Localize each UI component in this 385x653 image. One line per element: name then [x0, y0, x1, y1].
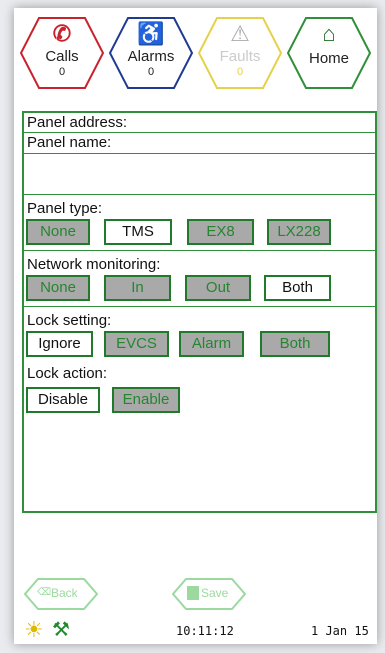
back-label: Back: [51, 586, 78, 600]
network-monitoring-label: Network monitoring:: [27, 256, 161, 273]
lock-evcs-button[interactable]: EVCS: [104, 331, 169, 357]
network-in-button[interactable]: In: [104, 275, 171, 301]
lock-enable-button[interactable]: Enable: [112, 387, 180, 413]
panel-type-tms-button[interactable]: TMS: [104, 219, 172, 245]
back-button[interactable]: ⌫ Back: [24, 578, 98, 610]
save-icon: [187, 586, 199, 600]
clock-date: 1 Jan 15: [311, 624, 369, 638]
panel-address-label: Panel address:: [27, 114, 128, 131]
panel-type-ex8-button[interactable]: EX8: [187, 219, 254, 245]
save-label: Save: [201, 586, 229, 600]
lock-both-button[interactable]: Both: [260, 331, 330, 357]
panel-name-row[interactable]: Panel name:: [24, 133, 375, 195]
panel-type-lx228-button[interactable]: LX228: [267, 219, 331, 245]
network-none-button[interactable]: None: [26, 275, 90, 301]
tools-icon[interactable]: ⚒: [52, 619, 70, 641]
home-button[interactable]: ⌂ Home: [286, 16, 372, 90]
save-button[interactable]: Save: [172, 578, 246, 610]
network-out-button[interactable]: Out: [185, 275, 251, 301]
home-label: Home: [308, 50, 349, 67]
calls-label: Calls: [45, 48, 79, 65]
clock-time: 10:11:12: [176, 624, 234, 638]
alarms-label: Alarms: [127, 48, 175, 65]
lock-disable-button[interactable]: Disable: [26, 387, 100, 413]
lock-action-label: Lock action:: [27, 365, 108, 382]
lock-alarm-button[interactable]: Alarm: [179, 331, 244, 357]
lock-ignore-button[interactable]: Ignore: [26, 331, 93, 357]
divider: [24, 153, 375, 154]
alarms-count: 0: [147, 66, 155, 78]
divider: [24, 306, 375, 307]
top-nav: ✆ Calls 0 ♿ Alarms 0 ⚠ Faults 0 ⌂ Home: [14, 8, 377, 98]
faults-count: 0: [236, 66, 244, 78]
faults-button[interactable]: ⚠ Faults 0: [197, 16, 283, 90]
wheelchair-icon: ♿: [137, 21, 165, 46]
sun-icon[interactable]: ☀: [24, 619, 44, 641]
alarms-button[interactable]: ♿ Alarms 0: [108, 16, 194, 90]
device-screen: ✆ Calls 0 ♿ Alarms 0 ⚠ Faults 0 ⌂ Home P…: [14, 8, 377, 644]
divider: [24, 250, 375, 251]
calls-button[interactable]: ✆ Calls 0: [19, 16, 105, 90]
panel-name-label: Panel name:: [27, 134, 112, 151]
settings-panel: Panel address: Panel name: Panel type: N…: [22, 111, 377, 513]
faults-label: Faults: [219, 48, 261, 65]
panel-type-none-button[interactable]: None: [26, 219, 90, 245]
panel-address-row[interactable]: Panel address:: [24, 113, 375, 133]
phone-icon: ✆: [52, 21, 72, 46]
network-both-button[interactable]: Both: [264, 275, 331, 301]
warning-icon: ⚠: [230, 21, 250, 46]
panel-type-label: Panel type:: [27, 200, 103, 217]
back-icon: ⌫: [37, 587, 52, 598]
home-icon: ⌂: [322, 21, 336, 46]
lock-setting-label: Lock setting:: [27, 312, 112, 329]
calls-count: 0: [58, 66, 66, 78]
